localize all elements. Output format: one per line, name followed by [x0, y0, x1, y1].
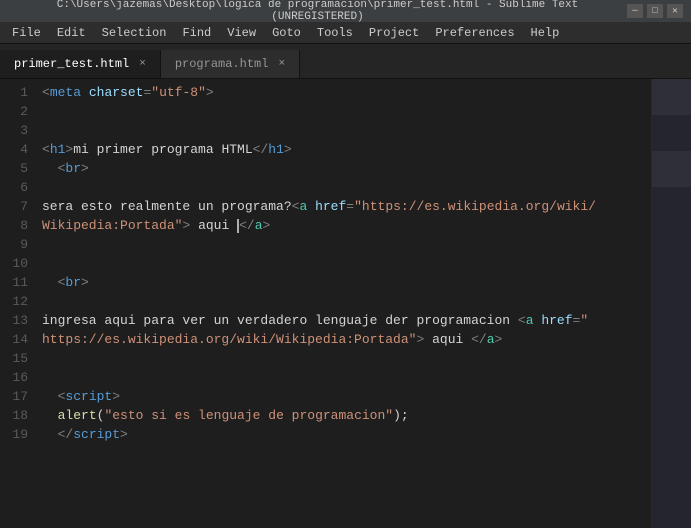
tab-bar: primer_test.html × programa.html ×	[0, 44, 691, 79]
code-line-1: <meta charset="utf-8">	[42, 83, 651, 102]
minimap-content	[651, 79, 691, 528]
line-num-4: 4	[0, 140, 28, 159]
line-num-13: 13	[0, 311, 28, 330]
code-line-7: sera esto realmente un programa?<a href=…	[42, 197, 651, 216]
code-line-16	[42, 368, 651, 387]
code-line-15	[42, 349, 651, 368]
menu-item-selection[interactable]: Selection	[94, 24, 175, 42]
tab-1[interactable]: programa.html ×	[161, 50, 300, 78]
line-numbers: 12345678910111213141516171819	[0, 79, 38, 528]
editor: 12345678910111213141516171819 <meta char…	[0, 79, 691, 528]
menu-item-goto[interactable]: Goto	[264, 24, 309, 42]
menu-item-edit[interactable]: Edit	[49, 24, 94, 42]
line-num-5: 5	[0, 159, 28, 178]
menu-item-file[interactable]: File	[4, 24, 49, 42]
code-line-10	[42, 254, 651, 273]
line-num-6: 6	[0, 178, 28, 197]
code-line-9	[42, 235, 651, 254]
line-num-11: 11	[0, 273, 28, 292]
line-num-18: 18	[0, 406, 28, 425]
menu-bar: FileEditSelectionFindViewGotoToolsProjec…	[0, 22, 691, 44]
line-num-12: 12	[0, 292, 28, 311]
line-num-9: 9	[0, 235, 28, 254]
line-num-2: 2	[0, 102, 28, 121]
code-line-19: </script>	[42, 425, 651, 444]
line-num-10: 10	[0, 254, 28, 273]
code-line-14: https://es.wikipedia.org/wiki/Wikipedia:…	[42, 330, 651, 349]
code-line-11: <br>	[42, 273, 651, 292]
minimap	[651, 79, 691, 528]
code-line-3	[42, 121, 651, 140]
maximize-button[interactable]: □	[647, 4, 663, 18]
code-line-6	[42, 178, 651, 197]
line-num-17: 17	[0, 387, 28, 406]
line-num-7: 7	[0, 197, 28, 216]
code-line-13: ingresa aqui para ver un verdadero lengu…	[42, 311, 651, 330]
title-bar: C:\Users\jazemas\Desktop\logica de progr…	[0, 0, 691, 22]
title-text: C:\Users\jazemas\Desktop\logica de progr…	[8, 0, 627, 23]
tab-close-0[interactable]: ×	[137, 57, 148, 71]
menu-item-preferences[interactable]: Preferences	[427, 24, 522, 42]
line-num-14: 14	[0, 330, 28, 349]
code-line-2	[42, 102, 651, 121]
menu-item-view[interactable]: View	[219, 24, 264, 42]
line-num-8: 8	[0, 216, 28, 235]
tab-label-1: programa.html	[175, 57, 269, 71]
code-line-8: Wikipedia:Portada"> aqui </a>	[42, 216, 651, 235]
code-line-17: <script>	[42, 387, 651, 406]
line-num-19: 19	[0, 425, 28, 444]
menu-item-find[interactable]: Find	[174, 24, 219, 42]
code-content[interactable]: <meta charset="utf-8"> <h1>mi primer pro…	[38, 79, 651, 528]
code-line-4: <h1>mi primer programa HTML</h1>	[42, 140, 651, 159]
tab-close-1[interactable]: ×	[276, 57, 287, 71]
code-line-5: <br>	[42, 159, 651, 178]
line-num-3: 3	[0, 121, 28, 140]
code-line-12	[42, 292, 651, 311]
menu-item-help[interactable]: Help	[523, 24, 568, 42]
minimize-button[interactable]: ─	[627, 4, 643, 18]
menu-item-tools[interactable]: Tools	[309, 24, 361, 42]
tab-0[interactable]: primer_test.html ×	[0, 50, 161, 78]
menu-item-project[interactable]: Project	[361, 24, 427, 42]
line-num-15: 15	[0, 349, 28, 368]
code-line-18: alert("esto si es lenguaje de programaci…	[42, 406, 651, 425]
line-num-16: 16	[0, 368, 28, 387]
line-num-1: 1	[0, 83, 28, 102]
close-button[interactable]: ✕	[667, 4, 683, 18]
tab-label-0: primer_test.html	[14, 57, 129, 71]
